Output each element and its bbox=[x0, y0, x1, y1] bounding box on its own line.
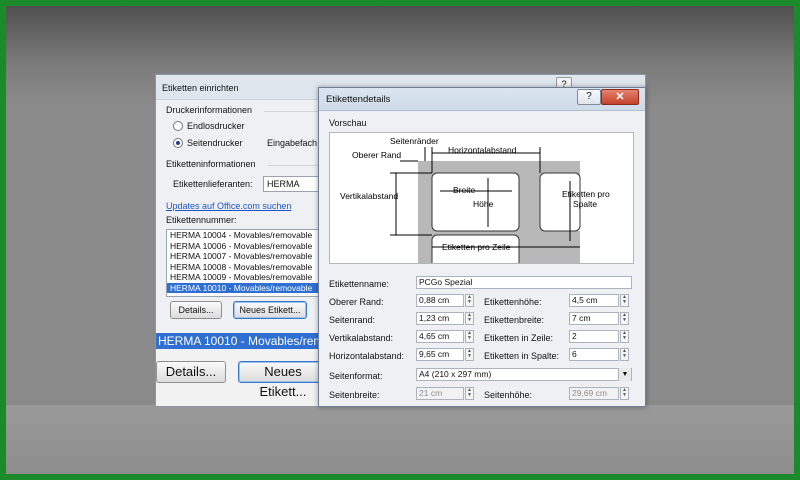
label-details-titlebar: Etikettendetails ? ✕ bbox=[319, 88, 645, 111]
list-item[interactable]: HERMA 10009 - Movables/removable bbox=[167, 272, 325, 283]
zoomed-details-button[interactable]: Details... bbox=[156, 361, 226, 383]
labels-per-column-field[interactable]: 6 bbox=[569, 348, 619, 361]
horizontal-pitch-text: Horizontalabstand bbox=[448, 145, 517, 155]
label-layout-preview: Seitenränder Oberer Rand Horizontalabsta… bbox=[329, 132, 634, 264]
page-printer-label: Seitendrucker bbox=[187, 138, 243, 148]
label-name-label: Etikettenname: bbox=[329, 279, 390, 289]
top-margin-label: Oberer Rand: bbox=[329, 297, 384, 307]
per-column-text-2: Spalte bbox=[573, 199, 597, 209]
side-margin-label: Seitenrand: bbox=[329, 315, 376, 325]
page-height-spinner[interactable]: ▲ ▼ bbox=[620, 387, 629, 400]
label-details-title: Etikettendetails bbox=[326, 94, 391, 105]
vertical-pitch-label: Vertikalabstand: bbox=[329, 333, 394, 343]
labels-per-column-spinner[interactable]: ▲ ▼ bbox=[620, 348, 629, 361]
labels-per-row-label: Etiketten in Zeile: bbox=[484, 333, 554, 343]
page-format-value: A4 (210 x 297 mm) bbox=[419, 369, 492, 379]
vertical-pitch-spinner[interactable]: ▲ ▼ bbox=[465, 330, 474, 343]
supplier-label: Etikettenlieferanten: bbox=[173, 179, 253, 189]
top-margin-field[interactable]: 0,88 cm bbox=[416, 294, 464, 307]
page-width-label: Seitenbreite: bbox=[329, 390, 380, 400]
continuous-printer-radio[interactable] bbox=[173, 121, 183, 131]
horizontal-pitch-label: Horizontalabstand: bbox=[329, 351, 405, 361]
label-height-spinner[interactable]: ▲ ▼ bbox=[620, 294, 629, 307]
page-format-select[interactable]: A4 (210 x 297 mm) ▼ bbox=[416, 368, 632, 381]
tray-label: Eingabefach bbox=[267, 138, 318, 148]
list-item[interactable]: HERMA 10010 - Movables/removable bbox=[167, 282, 325, 293]
label-number-heading: Etikettennummer: bbox=[166, 215, 237, 225]
page-format-label: Seitenformat: bbox=[329, 371, 383, 381]
vertical-pitch-text: Vertikalabstand bbox=[340, 191, 398, 201]
background-lower bbox=[6, 405, 794, 474]
preview-heading: Vorschau bbox=[329, 118, 367, 128]
page-width-field[interactable]: 21 cm bbox=[416, 387, 464, 400]
page-width-spinner[interactable]: ▲ ▼ bbox=[465, 387, 474, 400]
page-printer-radio[interactable] bbox=[173, 138, 183, 148]
list-item[interactable]: HERMA 10004 - Movables/removable bbox=[167, 230, 325, 241]
page-height-field[interactable]: 29,69 cm bbox=[569, 387, 619, 400]
group-divider bbox=[264, 111, 324, 112]
chevron-down-icon[interactable]: ▼ bbox=[618, 368, 631, 381]
label-height-field[interactable]: 4,5 cm bbox=[569, 294, 619, 307]
margins-text: Seitenränder bbox=[390, 136, 439, 146]
zoomed-selected-item[interactable]: HERMA 10010 - Movables/remo bbox=[156, 333, 328, 349]
side-margin-field[interactable]: 1,23 cm bbox=[416, 312, 464, 325]
horizontal-pitch-spinner[interactable]: ▲ ▼ bbox=[465, 348, 474, 361]
label-height-label: Etikettenhöhe: bbox=[484, 297, 542, 307]
top-margin-spinner[interactable]: ▲ ▼ bbox=[465, 294, 474, 307]
group-divider bbox=[268, 165, 324, 166]
label-info-heading: Etiketteninformationen bbox=[166, 159, 256, 169]
label-width-spinner[interactable]: ▲ ▼ bbox=[620, 312, 629, 325]
close-button[interactable]: ✕ bbox=[601, 89, 639, 105]
continuous-printer-label: Endlosdrucker bbox=[187, 121, 245, 131]
office-updates-link[interactable]: Updates auf Office.com suchen bbox=[166, 201, 291, 211]
help-button[interactable]: ? bbox=[577, 89, 601, 105]
page-height-label: Seitenhöhe: bbox=[484, 390, 533, 400]
per-column-text-1: Etiketten pro bbox=[562, 189, 610, 199]
list-item[interactable]: HERMA 10006 - Movables/removable bbox=[167, 241, 325, 252]
list-item[interactable]: HERMA 10007 - Movables/removable bbox=[167, 251, 325, 262]
label-name-field[interactable]: PCGo Spezial bbox=[416, 276, 632, 289]
horizontal-pitch-field[interactable]: 9,65 cm bbox=[416, 348, 464, 361]
printer-info-heading: Druckerinformationen bbox=[166, 105, 253, 115]
details-button[interactable]: Details... bbox=[170, 301, 222, 319]
label-setup-title: Etiketten einrichten bbox=[162, 83, 239, 93]
supplier-field[interactable]: HERMA bbox=[263, 176, 319, 192]
height-text: Höhe bbox=[473, 199, 494, 209]
top-margin-text: Oberer Rand bbox=[352, 150, 401, 160]
vertical-pitch-field[interactable]: 4,65 cm bbox=[416, 330, 464, 343]
new-label-button[interactable]: Neues Etikett... bbox=[233, 301, 307, 319]
label-width-label: Etikettenbreite: bbox=[484, 315, 545, 325]
layout-diagram: Seitenränder Oberer Rand Horizontalabsta… bbox=[340, 136, 610, 263]
label-number-list[interactable]: HERMA 10004 - Movables/removable HERMA 10… bbox=[166, 229, 326, 297]
label-width-field[interactable]: 7 cm bbox=[569, 312, 619, 325]
list-item[interactable]: HERMA 10008 - Movables/removable bbox=[167, 262, 325, 273]
labels-per-column-label: Etiketten in Spalte: bbox=[484, 351, 560, 361]
zoomed-new-label-button[interactable]: Neues Etikett... bbox=[238, 361, 328, 399]
labels-per-row-spinner[interactable]: ▲ ▼ bbox=[620, 330, 629, 343]
side-margin-spinner[interactable]: ▲ ▼ bbox=[465, 312, 474, 325]
label-details-dialog: Etikettendetails ? ✕ Vorschau Seitenränd… bbox=[318, 87, 646, 407]
per-row-text: Etiketten pro Zeile bbox=[442, 242, 511, 252]
width-text: Breite bbox=[453, 185, 475, 195]
labels-per-row-field[interactable]: 2 bbox=[569, 330, 619, 343]
